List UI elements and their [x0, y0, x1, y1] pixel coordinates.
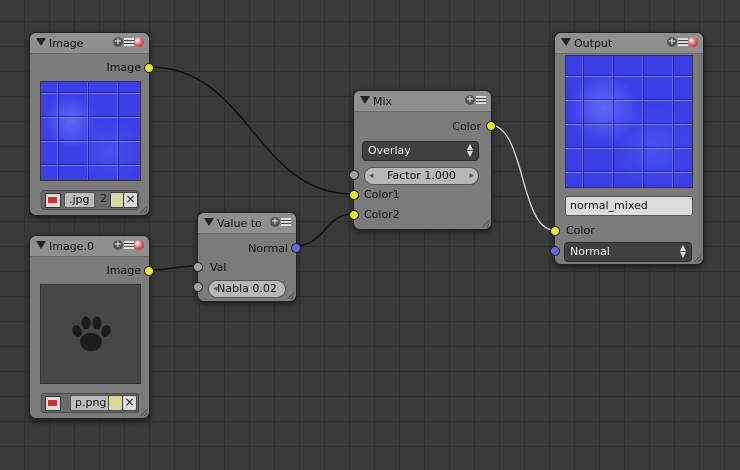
collapse-triangle-icon[interactable]	[204, 218, 214, 226]
resize-handle-icon[interactable]	[139, 205, 147, 213]
link-color-to-output[interactable]	[489, 124, 555, 231]
factor-value: Factor 1.000	[387, 169, 456, 182]
decrement-arrow-icon[interactable]: ◂	[213, 281, 218, 297]
output-node[interactable]: Output + normal_mixed Color Normal ▲ ▼	[550, 32, 704, 265]
link-image0-to-val[interactable]	[148, 265, 198, 271]
node-title: Output	[574, 37, 613, 50]
image0-node-header[interactable]: Image.0 +	[30, 236, 149, 257]
image-users-count: 2	[100, 192, 107, 205]
factor-input-socket[interactable]	[349, 170, 359, 180]
node-header-icons[interactable]: +	[270, 216, 292, 230]
mix-node-header[interactable]: Mix +	[354, 91, 491, 112]
open-file-icon[interactable]	[108, 395, 123, 411]
node-title: Mix	[373, 95, 393, 108]
collapse-triangle-icon[interactable]	[36, 38, 46, 46]
resize-handle-icon[interactable]	[481, 219, 489, 227]
mix-node[interactable]: Mix + Color Overlay ▲ ▼ ◂ Factor 1.000 ▸ …	[349, 90, 496, 230]
output-node-header[interactable]: Output +	[555, 33, 703, 54]
link-image-to-color1[interactable]	[148, 66, 354, 195]
node-title: Image.0	[49, 240, 94, 253]
options-icon[interactable]	[124, 241, 134, 249]
node-title: Image	[49, 37, 84, 50]
options-icon[interactable]	[678, 38, 688, 46]
updown-arrows-icon: ▲ ▼	[466, 142, 473, 158]
node-header-icons[interactable]: +	[113, 239, 145, 253]
nabla-input-socket[interactable]	[193, 282, 203, 292]
node-title: Value to	[217, 217, 262, 230]
image0-filename[interactable]: p.png	[70, 395, 112, 411]
close-icon[interactable]: ×	[122, 395, 137, 411]
plus-icon[interactable]: +	[113, 240, 123, 250]
image-preview	[40, 81, 141, 181]
normal-output-socket[interactable]	[291, 243, 301, 253]
resize-handle-icon[interactable]	[139, 408, 147, 416]
image-filename[interactable]: .jpg	[64, 192, 95, 208]
increment-arrow-icon[interactable]: ▸	[469, 168, 474, 184]
resize-handle-icon[interactable]	[286, 291, 294, 299]
plus-icon[interactable]: +	[270, 217, 280, 227]
image-node[interactable]: Image + Image .jpg 2 ×	[29, 32, 154, 216]
output-color-label: Color	[566, 224, 595, 237]
output-name-field[interactable]: normal_mixed	[565, 196, 693, 216]
nabla-field[interactable]: ◂ Nabla 0.02	[208, 280, 286, 298]
output-color-input-socket[interactable]	[550, 226, 560, 236]
value-to-node[interactable]: Value to + Normal Val ◂ Nabla 0.02	[193, 212, 301, 302]
plus-icon[interactable]: +	[113, 37, 123, 47]
link-normal-to-color2[interactable]	[294, 213, 354, 247]
image0-output-socket[interactable]	[144, 266, 154, 276]
options-icon[interactable]	[281, 218, 291, 226]
plus-icon[interactable]: +	[465, 95, 475, 105]
blend-mode-value: Overlay	[368, 144, 411, 157]
collapse-triangle-icon[interactable]	[360, 96, 370, 104]
node-header-icons[interactable]: +	[465, 94, 487, 108]
updown-arrows-icon: ▲ ▼	[679, 243, 686, 259]
color2-input-label: Color2	[364, 208, 400, 221]
close-icon[interactable]: ×	[123, 192, 138, 208]
normal-output-label: Normal	[248, 242, 288, 255]
image0-output-label: Image	[106, 264, 141, 277]
collapse-triangle-icon[interactable]	[561, 38, 571, 46]
color2-input-socket[interactable]	[349, 210, 359, 220]
image-node-header[interactable]: Image +	[30, 33, 149, 54]
image-file-icon[interactable]	[45, 193, 61, 208]
blend-mode-dropdown[interactable]: Overlay ▲ ▼	[362, 141, 479, 161]
resize-handle-icon[interactable]	[693, 254, 701, 262]
node-header-icons[interactable]: +	[667, 36, 699, 50]
preview-sphere-icon[interactable]	[688, 37, 698, 47]
image-output-label: Image	[106, 61, 141, 74]
image-file-icon[interactable]	[45, 396, 61, 411]
image-output-socket[interactable]	[144, 63, 154, 73]
val-input-socket[interactable]	[193, 262, 203, 272]
collapse-triangle-icon[interactable]	[36, 241, 46, 249]
preview-sphere-icon[interactable]	[134, 37, 144, 47]
plus-icon[interactable]: +	[667, 37, 677, 47]
options-icon[interactable]	[476, 96, 486, 104]
paw-print-icon	[71, 316, 111, 351]
image-file-bar: .jpg 2 ×	[41, 190, 139, 210]
value-to-node-header[interactable]: Value to +	[198, 213, 296, 234]
preview-sphere-icon[interactable]	[134, 240, 144, 250]
node-header-icons[interactable]: +	[113, 36, 145, 50]
mix-color-output-socket[interactable]	[486, 121, 496, 131]
mix-color-output-label: Color	[452, 120, 481, 133]
image0-file-bar: p.png ×	[41, 393, 139, 413]
normal-dropdown-value: Normal	[570, 245, 610, 258]
factor-field[interactable]: ◂ Factor 1.000 ▸	[364, 167, 479, 185]
image0-node[interactable]: Image.0 + Image p.png ×	[29, 235, 154, 419]
color1-input-label: Color1	[364, 188, 400, 201]
output-normal-input-socket[interactable]	[550, 246, 560, 256]
color1-input-socket[interactable]	[349, 190, 359, 200]
output-preview	[565, 55, 693, 188]
normal-dropdown[interactable]: Normal ▲ ▼	[564, 242, 692, 262]
options-icon[interactable]	[124, 38, 134, 46]
decrement-arrow-icon[interactable]: ◂	[369, 168, 374, 184]
val-input-label: Val	[210, 261, 227, 274]
image0-preview	[40, 284, 141, 384]
nabla-value: Nabla 0.02	[217, 282, 277, 295]
